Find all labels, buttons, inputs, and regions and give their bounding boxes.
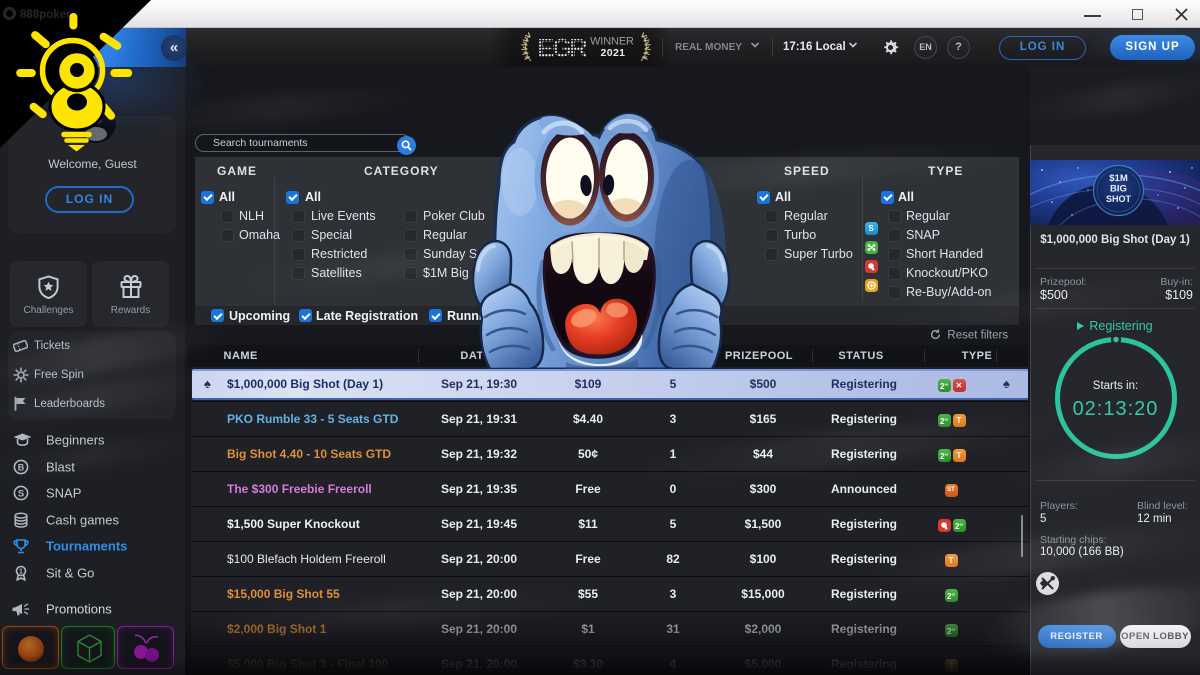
svg-text:$1M: $1M [1109, 173, 1128, 184]
svg-text:S: S [18, 488, 24, 499]
svg-text:SHOT: SHOT [1106, 194, 1132, 204]
svg-text:1: 1 [19, 568, 23, 575]
svg-text:WINNER: WINNER [590, 36, 634, 48]
svg-text:2021: 2021 [601, 47, 627, 59]
svg-text:B: B [18, 462, 25, 472]
svg-text:BIG: BIG [1110, 183, 1127, 194]
svg-text:EGR: EGR [538, 35, 588, 63]
svg-text:888poker: 888poker [20, 9, 71, 21]
